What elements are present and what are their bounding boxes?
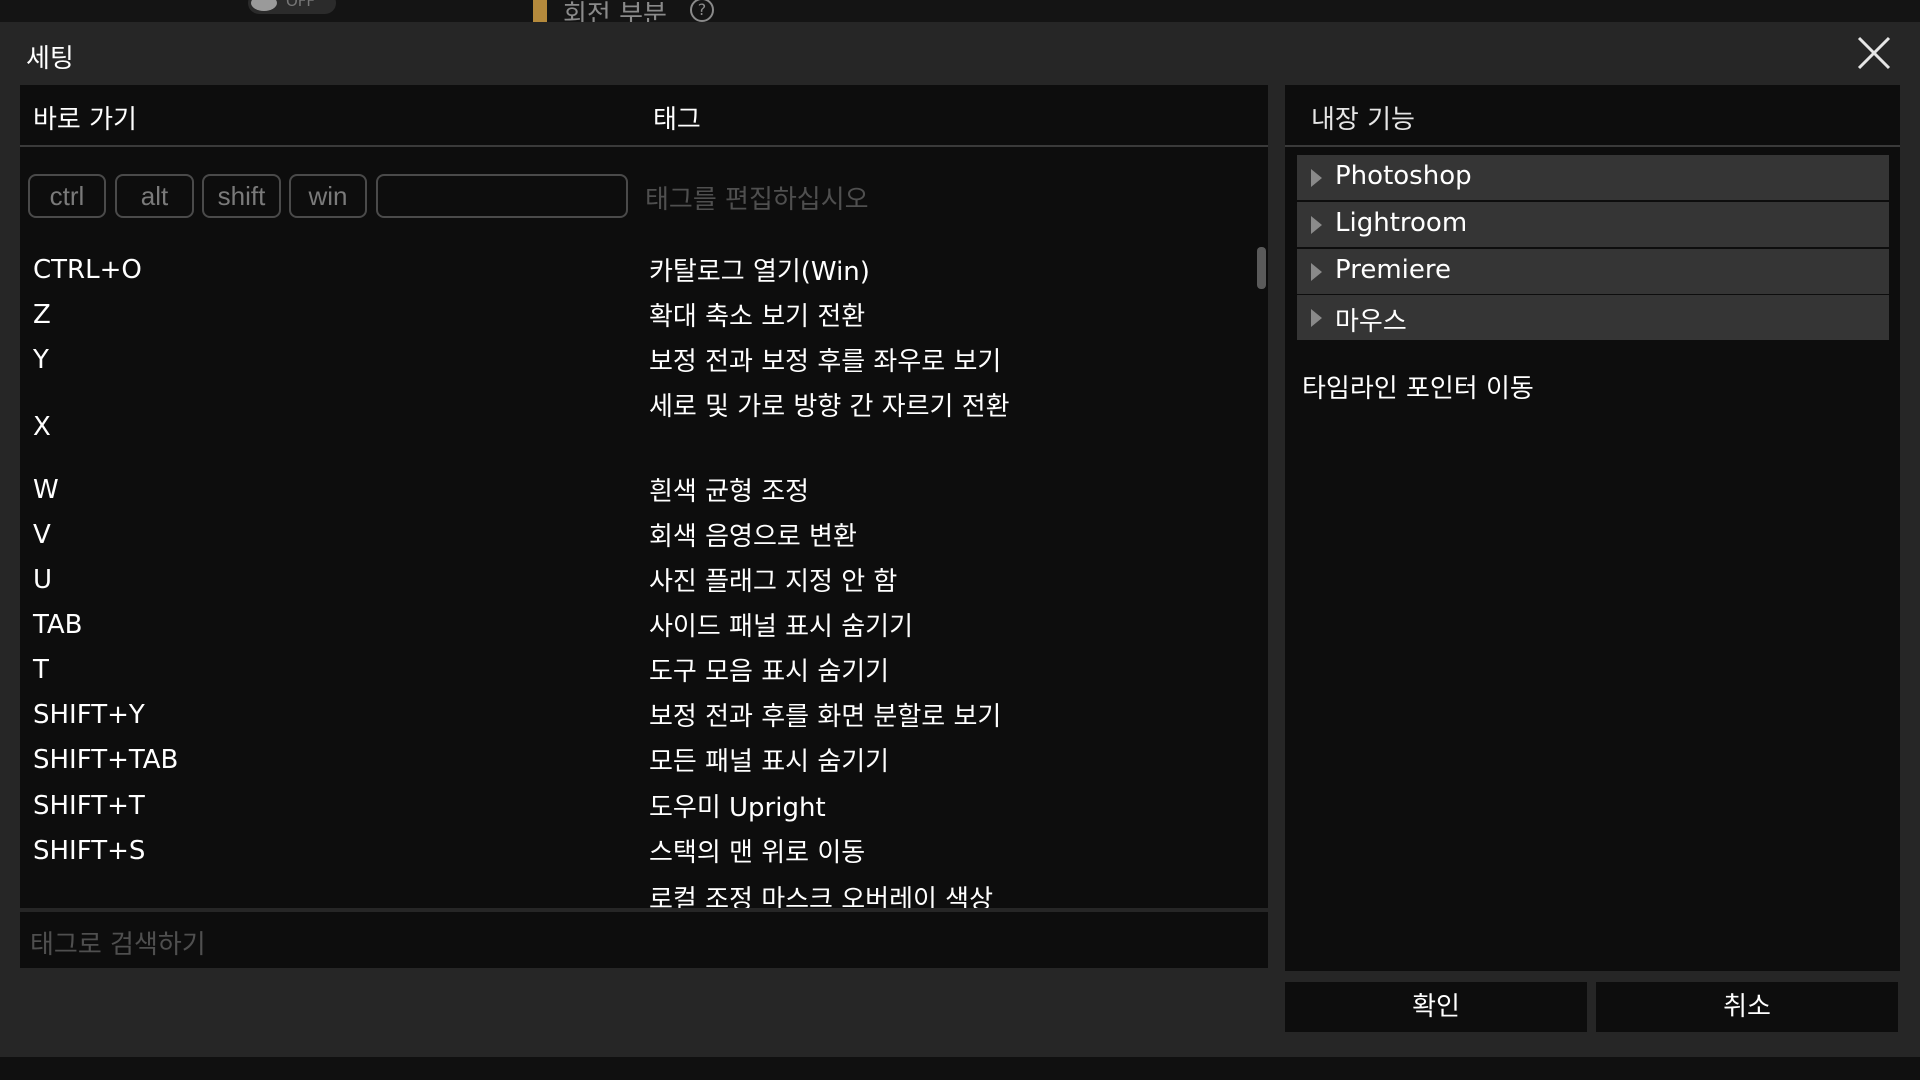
builtin-header: 내장 기능 [1311, 105, 1415, 135]
shortcut-tag: 사진 플래그 지정 안 함 [649, 567, 898, 597]
background-accent-bar [533, 0, 547, 22]
modifier-ctrl-button[interactable]: ctrl [28, 174, 106, 218]
toggle-label: OFF [286, 0, 316, 10]
shortcut-key: SHIFT+TAB [33, 745, 179, 775]
shortcut-key: SHIFT+Y [33, 700, 145, 730]
expand-triangle-icon [1311, 309, 1322, 327]
search-placeholder: 태그로 검색하기 [30, 930, 206, 960]
shortcut-key: SHIFT+S [33, 836, 146, 866]
tree-item-label: Premiere [1335, 255, 1451, 285]
shortcut-key: U [33, 565, 53, 595]
shortcut-tag: 도우미 Upright [649, 793, 826, 823]
shortcut-key: Z [33, 300, 51, 330]
tag-search-input[interactable]: 태그로 검색하기 [20, 912, 1268, 968]
shortcut-tag: 세로 및 가로 방향 간 자르기 전환 [649, 392, 1010, 422]
tree-item-mouse[interactable]: 마우스 [1297, 295, 1889, 340]
shortcut-key: TAB [33, 610, 83, 640]
column-header-tag: 태그 [653, 105, 701, 135]
tree-item-label: Lightroom [1335, 208, 1468, 238]
list-scrollbar[interactable] [1257, 247, 1266, 289]
shortcut-tag: 확대 축소 보기 전환 [649, 302, 866, 332]
tag-edit-input[interactable]: 태그를 편집하십시오 [645, 179, 869, 216]
expand-triangle-icon [1311, 263, 1322, 281]
shortcut-key: Y [33, 345, 49, 375]
tree-item-photoshop[interactable]: Photoshop [1297, 155, 1889, 200]
modifier-shift-button[interactable]: shift [202, 174, 281, 218]
header-divider [1285, 145, 1900, 147]
shortcut-panel: 바로 가기 태그 ctrl alt shift win 태그를 편집하십시오 C… [20, 85, 1268, 908]
shortcut-tag: 회색 음영으로 변환 [649, 522, 857, 552]
shortcut-tag: 스택의 맨 위로 이동 [649, 838, 866, 868]
shortcut-tag: 보정 전과 보정 후를 좌우로 보기 [649, 347, 1002, 377]
shortcut-key: V [33, 520, 51, 550]
list-item-timeline-pointer[interactable]: 타임라인 포인터 이동 [1302, 368, 1534, 405]
tree-item-premiere[interactable]: Premiere [1297, 249, 1889, 294]
tree-item-label: Photoshop [1335, 161, 1472, 191]
shortcut-key: X [33, 412, 51, 442]
modifier-alt-button[interactable]: alt [115, 174, 194, 218]
cancel-button[interactable]: 취소 [1596, 982, 1898, 1032]
toggle-knob [251, 0, 277, 11]
tree-item-label: 마우스 [1335, 307, 1407, 337]
shortcut-tag: 도구 모음 표시 숨기기 [649, 657, 890, 687]
modifier-win-button[interactable]: win [289, 174, 367, 218]
tree-item-lightroom[interactable]: Lightroom [1297, 202, 1889, 247]
shortcut-list: CTRL+O 카탈로그 열기(Win) Z 확대 축소 보기 전환 Y 보정 전… [20, 225, 1268, 908]
background-toggle[interactable]: OFF [248, 0, 336, 14]
key-input[interactable] [376, 174, 628, 218]
ok-button[interactable]: 확인 [1285, 982, 1587, 1032]
header-divider [20, 145, 1268, 147]
shortcut-key: SHIFT+T [33, 791, 145, 821]
background-bottom-strip [0, 1057, 1920, 1080]
shortcut-tag: 로컬 조정 마스크 오버레이 색상 [649, 885, 994, 908]
shortcut-tag: 보정 전과 후를 화면 분할로 보기 [649, 702, 1002, 732]
shortcut-tag: 흰색 균형 조정 [649, 477, 810, 507]
shortcut-key: CTRL+O [33, 255, 142, 285]
close-button[interactable] [1853, 32, 1895, 74]
shortcut-tag: 카탈로그 열기(Win) [649, 257, 870, 287]
shortcut-key: W [33, 475, 59, 505]
expand-triangle-icon [1311, 216, 1322, 234]
expand-triangle-icon [1311, 169, 1322, 187]
close-icon [1857, 36, 1891, 70]
shortcut-tag: 사이드 패널 표시 숨기기 [649, 612, 913, 642]
settings-dialog: 세팅 바로 가기 태그 ctrl alt shift win 태그를 편집하십시… [0, 22, 1920, 1057]
column-header-shortcut: 바로 가기 [33, 105, 137, 135]
dialog-title: 세팅 [26, 44, 74, 74]
builtin-panel: 내장 기능 Photoshop Lightroom Premiere 마우스 타… [1285, 85, 1900, 971]
shortcut-key: T [33, 655, 49, 685]
shortcut-tag: 모든 패널 표시 숨기기 [649, 747, 890, 777]
